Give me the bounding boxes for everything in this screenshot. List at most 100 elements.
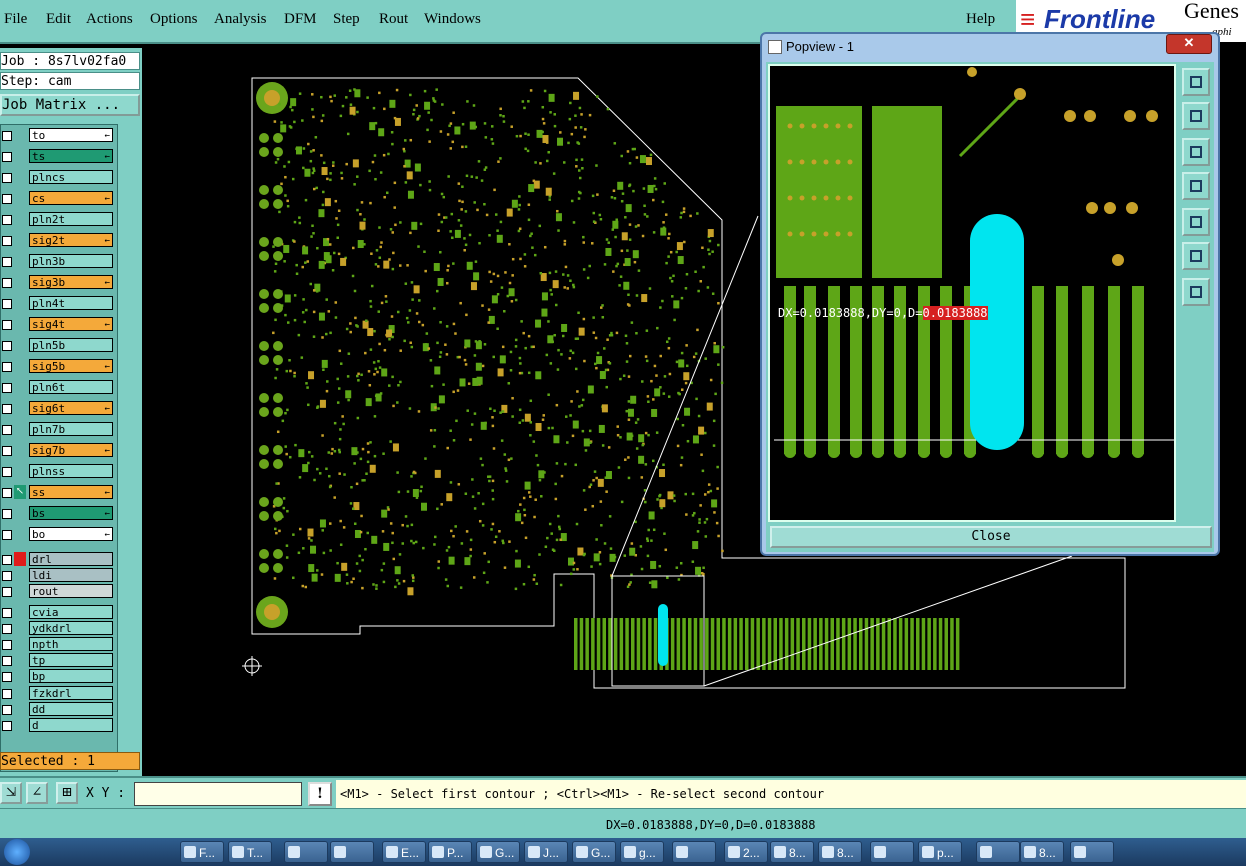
taskbar-button[interactable] [1070,841,1114,863]
job-matrix-button[interactable]: Job Matrix ... [0,94,140,116]
menu-help[interactable]: Help [966,11,995,28]
layer-name[interactable]: cvia [29,604,113,619]
layer-row-ts[interactable]: ts ← [1,149,115,164]
layer-row-sig4t[interactable]: sig4t ← [1,317,115,332]
layer-name[interactable]: drl [29,552,113,566]
taskbar-button[interactable]: 8... [770,841,814,863]
menu-analysis[interactable]: Analysis [214,11,267,28]
layer-checkbox[interactable] [2,704,12,715]
layer-name[interactable]: pln2t [29,212,113,226]
layer-checkbox[interactable] [2,488,12,498]
pan-up-icon[interactable] [1182,102,1210,130]
layer-row-sig6t[interactable]: sig6t ← [1,401,115,416]
warning-icon[interactable]: ! [308,782,332,806]
start-button-icon[interactable] [4,839,30,865]
menu-dfm[interactable]: DFM [284,11,317,28]
pan-right-icon[interactable] [1182,208,1210,236]
layer-name[interactable]: d [29,718,113,732]
layer-checkbox[interactable] [2,299,12,309]
layer-checkbox[interactable] [2,362,12,372]
zoom-out-icon[interactable] [1182,278,1210,306]
layer-checkbox[interactable] [2,131,12,141]
popview-close-button[interactable]: Close [770,526,1212,548]
layer-checkbox[interactable] [2,446,12,456]
taskbar-button[interactable] [330,841,374,863]
layer-name[interactable]: pln3b [29,254,113,268]
menu-options[interactable]: Options [150,11,198,28]
popview-close-x-button[interactable]: ✕ [1166,34,1212,54]
layer-row-pln5b[interactable]: pln5b [1,338,115,353]
zoom-in-icon[interactable] [1182,242,1210,270]
menu-step[interactable]: Step [333,11,360,28]
pan-left-icon[interactable] [1182,172,1210,200]
layer-checkbox[interactable] [2,623,12,634]
layer-name[interactable]: sig6t ← [29,401,113,415]
measure-tool-icon[interactable]: ⇲ [0,782,22,804]
layer-name[interactable]: sig7b ← [29,443,113,457]
layer-row-sig2t[interactable]: sig2t ← [1,233,115,248]
selected-contour[interactable] [658,604,668,666]
grid-tool-icon[interactable]: ⊞ [56,782,78,804]
layer-checkbox[interactable] [2,607,12,618]
layer-name[interactable]: npth [29,637,113,651]
layer-checkbox[interactable] [2,194,12,204]
layer-row-sig3b[interactable]: sig3b ← [1,275,115,290]
layer-checkbox[interactable] [2,721,12,731]
layer-row-pln4t[interactable]: pln4t [1,296,115,311]
menu-actions[interactable]: Actions [86,11,133,28]
layer-name[interactable]: pln5b [29,338,113,352]
layer-row-dd[interactable]: dd [1,701,115,717]
menu-file[interactable]: File [4,11,27,28]
layer-name[interactable]: sig2t ← [29,233,113,247]
layer-row-tp[interactable]: tp [1,653,115,668]
layer-name[interactable]: bp [29,669,113,684]
layer-row-sig5b[interactable]: sig5b ← [1,359,115,374]
layer-row-bo[interactable]: bo ← [1,527,115,542]
layer-checkbox[interactable] [2,152,12,162]
taskbar-button[interactable]: P... [428,841,472,863]
taskbar-button[interactable] [870,841,914,863]
taskbar-button[interactable]: F... [180,841,224,863]
layer-name[interactable]: rout [29,584,113,599]
angle-tool-icon[interactable]: ∠ [26,782,48,804]
taskbar-button[interactable] [976,841,1020,863]
layer-row-bp[interactable]: bp [1,669,115,684]
taskbar-button[interactable]: J... [524,841,568,863]
layer-row-to[interactable]: to ← [1,128,115,143]
layer-name[interactable]: dd [29,701,113,716]
layer-checkbox[interactable] [2,555,12,565]
layer-name[interactable]: bs ← [29,506,113,520]
layer-name[interactable]: pln4t [29,296,113,310]
layer-name[interactable]: pln6t [29,380,113,394]
taskbar-button[interactable]: E... [382,841,426,863]
layer-checkbox[interactable] [2,257,12,267]
layer-checkbox[interactable] [2,236,12,246]
layer-name[interactable]: fzkdrl [29,685,113,700]
taskbar-button[interactable]: 8... [1020,841,1064,863]
layer-row-bs[interactable]: bs ← [1,506,115,521]
layer-checkbox[interactable] [2,688,12,699]
layer-name[interactable]: sig3b ← [29,275,113,289]
layer-name[interactable]: sig4t ← [29,317,113,331]
layer-checkbox[interactable] [2,530,12,540]
layer-checkbox[interactable] [2,320,12,330]
layer-name[interactable]: tp [29,653,113,668]
xy-input[interactable] [134,782,302,806]
layer-row-cvia[interactable]: cvia [1,604,115,620]
layer-checkbox[interactable] [2,278,12,288]
taskbar-button[interactable]: 2... [724,841,768,863]
layer-checkbox[interactable] [2,587,12,598]
layer-name[interactable]: bo ← [29,527,113,541]
taskbar-button[interactable]: G... [476,841,520,863]
layer-row-drl[interactable]: drl [1,552,115,567]
layer-row-pln2t[interactable]: pln2t [1,212,115,227]
taskbar-button[interactable]: T... [228,841,272,863]
zoom-fit-icon[interactable] [1182,68,1210,96]
layer-checkbox[interactable] [2,404,12,414]
layer-name[interactable]: plncs [29,170,113,184]
menu-windows[interactable]: Windows [424,11,481,28]
layer-name[interactable]: ldi [29,568,113,583]
taskbar-button[interactable]: g... [620,841,664,863]
layer-row-rout[interactable]: rout [1,584,115,599]
menu-edit[interactable]: Edit [46,11,71,28]
